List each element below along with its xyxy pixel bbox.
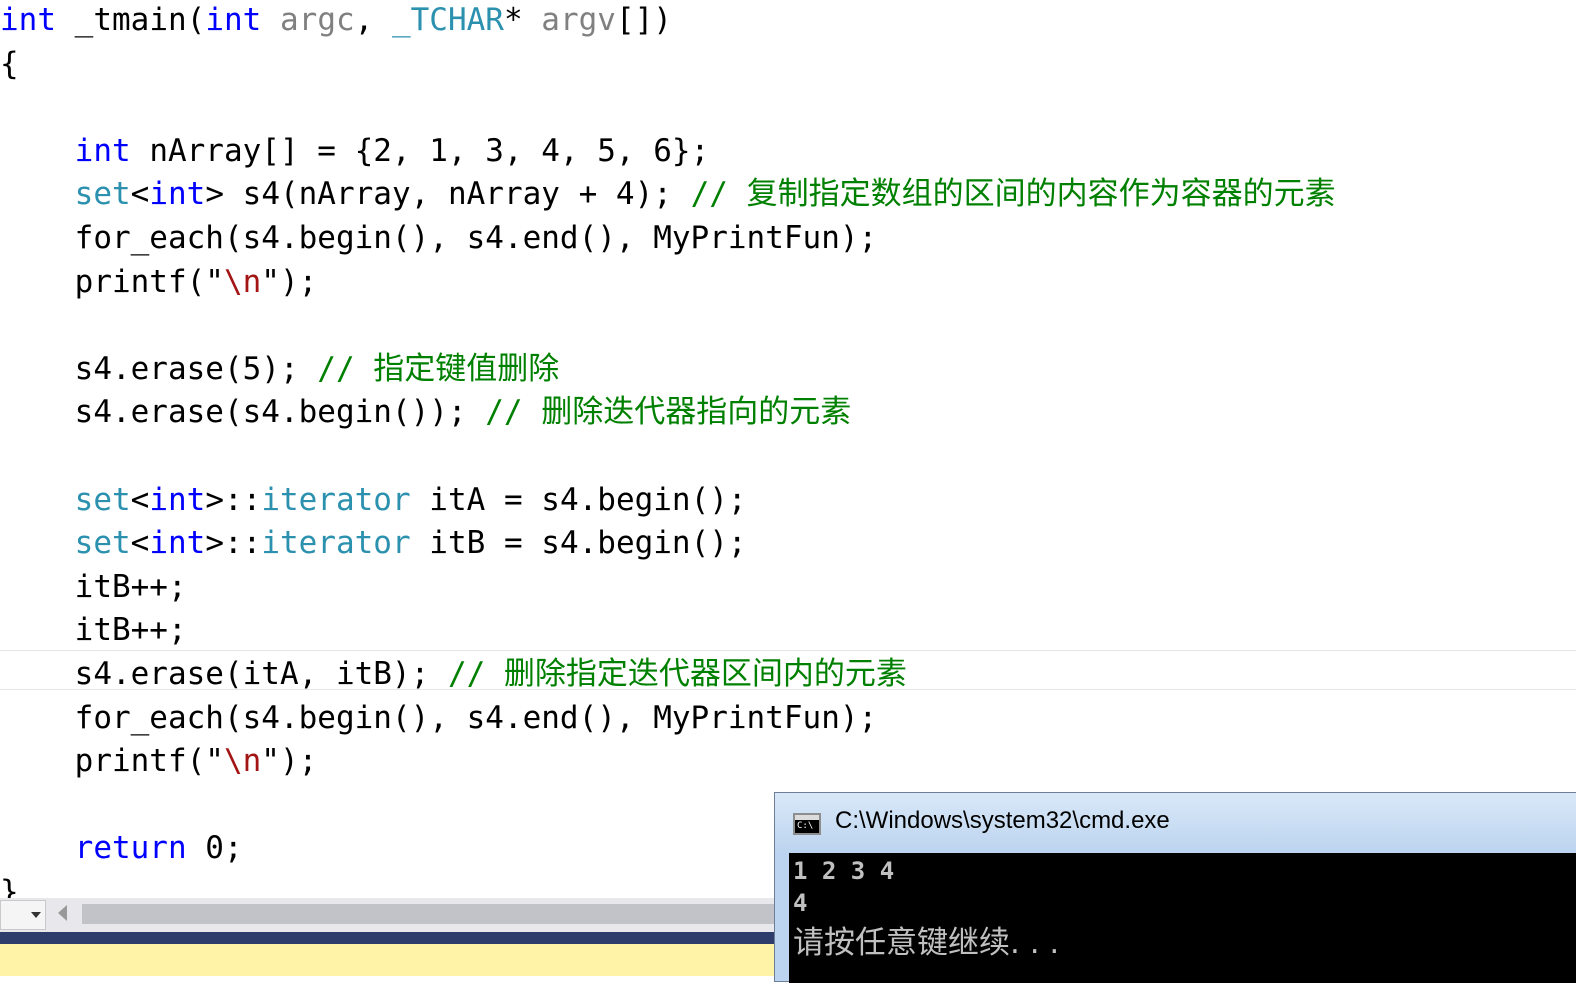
- code-token: <: [130, 176, 150, 213]
- code-token: itB++;: [0, 612, 187, 649]
- code-line[interactable]: set<int>::iterator itB = s4.begin();: [0, 523, 747, 567]
- code-token: itA = s4.begin();: [410, 481, 747, 518]
- console-output-line: 4: [793, 889, 808, 917]
- code-token: {: [0, 45, 19, 82]
- code-token: // 指定键值删除: [317, 350, 560, 387]
- code-token: iterator: [261, 525, 411, 562]
- status-bar: [0, 944, 800, 976]
- code-line[interactable]: s4.erase(s4.begin()); // 删除迭代器指向的元素: [0, 392, 852, 436]
- cmd-icon-bar: [795, 815, 819, 820]
- code-token: int: [149, 176, 206, 213]
- code-token: int: [149, 525, 206, 562]
- code-line[interactable]: s4.erase(itA, itB); // 删除指定迭代器区间内的元素: [0, 654, 907, 698]
- scroll-left-arrow-icon[interactable]: [58, 905, 67, 921]
- code-line[interactable]: itB++;: [0, 567, 187, 611]
- code-token: 0;: [186, 830, 243, 867]
- code-token: ,: [354, 2, 392, 38]
- code-token: int: [205, 2, 262, 38]
- code-token: for_each(s4.begin(), s4.end(), MyPrintFu…: [0, 699, 878, 736]
- cmd-console[interactable]: 1 2 3 4 4 请按任意键继续. . .: [789, 853, 1576, 983]
- code-token: \n: [223, 263, 262, 300]
- code-token: _TCHAR: [391, 2, 504, 38]
- code-token: return: [74, 830, 187, 867]
- code-token: \n: [223, 743, 262, 780]
- code-line[interactable]: return 0;: [0, 828, 243, 872]
- cmd-icon: C:\: [793, 813, 821, 835]
- chevron-down-icon: [31, 912, 41, 918]
- code-line[interactable]: set<int> s4(nArray, nArray + 4); // 复制指定…: [0, 174, 1336, 218]
- code-token: int: [0, 2, 56, 38]
- code-token: itB++;: [0, 568, 187, 605]
- code-token: printf(": [0, 263, 224, 300]
- code-line[interactable]: printf("\n");: [0, 741, 318, 785]
- code-token: iterator: [261, 481, 411, 518]
- code-token: (: [186, 2, 206, 38]
- code-token: set: [74, 525, 131, 562]
- cmd-icon-text: C:\: [797, 821, 814, 831]
- cmd-window-title: C:\Windows\system32\cmd.exe: [835, 807, 1170, 834]
- code-token: >::: [205, 525, 262, 562]
- code-line[interactable]: set<int>::iterator itA = s4.begin();: [0, 480, 747, 524]
- code-line[interactable]: int _tmain(int argc, _TCHAR* argv[]): [0, 0, 672, 44]
- code-line[interactable]: int nArray[] = {2, 1, 3, 4, 5, 6};: [0, 131, 710, 175]
- code-line[interactable]: itB++;: [0, 610, 187, 654]
- code-token: argc: [280, 2, 355, 38]
- code-line[interactable]: {: [0, 44, 19, 88]
- code-token: for_each(s4.begin(), s4.end(), MyPrintFu…: [0, 220, 878, 256]
- code-token: _tmain: [74, 2, 187, 38]
- code-token: set: [74, 481, 131, 518]
- code-line[interactable]: printf("\n");: [0, 262, 318, 306]
- console-prompt-line: 请按任意键继续. . .: [793, 925, 1060, 961]
- code-line[interactable]: for_each(s4.begin(), s4.end(), MyPrintFu…: [0, 218, 878, 262]
- console-output-line: 1 2 3 4: [793, 857, 895, 885]
- code-token: <: [130, 481, 150, 518]
- code-token: nArray[] = {2, 1, 3, 4, 5, 6};: [130, 132, 710, 169]
- code-token: []): [615, 2, 672, 38]
- code-line[interactable]: s4.erase(5); // 指定键值删除: [0, 349, 560, 393]
- code-token: // 删除迭代器指向的元素: [485, 394, 852, 431]
- code-token: s4.erase(5);: [0, 350, 318, 387]
- code-token: s4.erase(itA, itB);: [0, 656, 448, 692]
- code-token: <: [130, 525, 150, 562]
- code-token: >::: [205, 481, 262, 518]
- code-token: int: [149, 481, 206, 518]
- cmd-window[interactable]: C:\ C:\Windows\system32\cmd.exe 1 2 3 4 …: [774, 792, 1576, 983]
- editor-bottom-border: [0, 932, 800, 944]
- code-token: // 删除指定迭代器区间内的元素: [447, 656, 907, 692]
- code-token: // 复制指定数组的区间的内容作为容器的元素: [690, 176, 1336, 213]
- code-token: set: [74, 176, 131, 213]
- code-token: ");: [261, 743, 318, 780]
- code-token: *: [503, 2, 542, 38]
- code-token: ");: [261, 263, 318, 300]
- code-line[interactable]: for_each(s4.begin(), s4.end(), MyPrintFu…: [0, 698, 878, 742]
- code-token: itB = s4.begin();: [410, 525, 747, 562]
- code-editor[interactable]: int _tmain(int argc, _TCHAR* argv[]){ in…: [0, 0, 1576, 910]
- code-token: s4.erase(s4.begin());: [0, 394, 486, 431]
- code-token: > s4(nArray, nArray + 4);: [205, 176, 691, 213]
- scroll-thumb[interactable]: [82, 904, 782, 924]
- code-token: printf(": [0, 743, 224, 780]
- code-token: argv: [541, 2, 616, 38]
- cmd-titlebar[interactable]: C:\ C:\Windows\system32\cmd.exe: [775, 793, 1576, 853]
- zoom-dropdown[interactable]: [0, 900, 46, 930]
- code-token: int: [74, 132, 131, 169]
